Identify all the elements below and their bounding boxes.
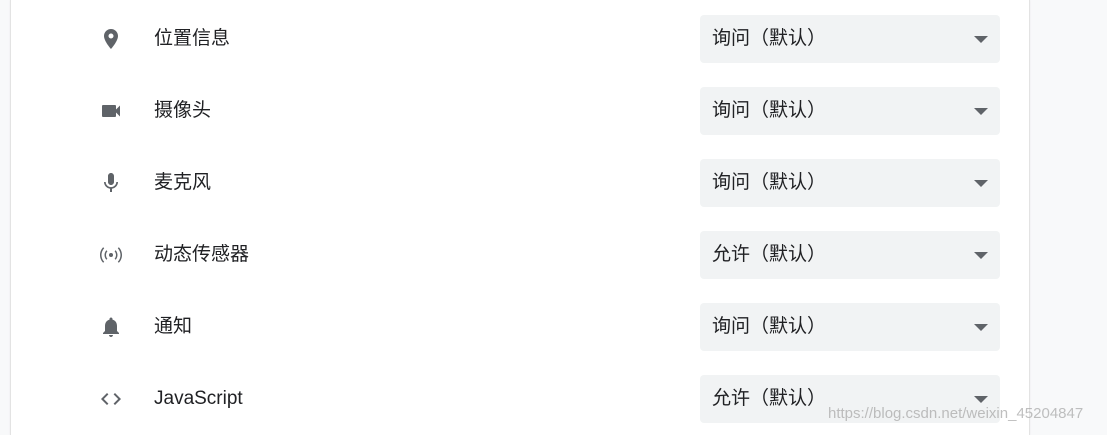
permission-label: 动态传感器	[154, 244, 250, 265]
permission-label: 位置信息	[154, 28, 231, 49]
permission-row-motion-sensors: 动态传感器 允许（默认）	[11, 231, 1029, 279]
select-value: 询问（默认）	[712, 28, 827, 49]
dropdown-arrow-icon	[974, 324, 988, 331]
permission-row-microphone: 麦克风 询问（默认）	[11, 159, 1029, 207]
permission-label: 通知	[154, 316, 193, 337]
videocam-icon	[99, 99, 123, 123]
motion-sensors-permission-select[interactable]: 允许（默认）	[700, 231, 1000, 279]
notifications-permission-select[interactable]: 询问（默认）	[700, 303, 1000, 351]
location-pin-icon	[99, 27, 123, 51]
location-permission-select[interactable]: 询问（默认）	[700, 15, 1000, 63]
camera-permission-select[interactable]: 询问（默认）	[700, 87, 1000, 135]
dropdown-arrow-icon	[974, 108, 988, 115]
permission-label: 麦克风	[154, 172, 212, 193]
select-value: 允许（默认）	[712, 244, 827, 265]
microphone-permission-select[interactable]: 询问（默认）	[700, 159, 1000, 207]
dropdown-arrow-icon	[974, 396, 988, 403]
select-value: 询问（默认）	[712, 100, 827, 121]
permission-label: 摄像头	[154, 100, 212, 121]
permission-row-location: 位置信息 询问（默认）	[11, 15, 1029, 63]
dropdown-arrow-icon	[974, 180, 988, 187]
site-settings-card: 位置信息 询问（默认） 摄像头 询问（默认） 麦克风 询问（默认） 动态传感器 …	[10, 0, 1030, 435]
select-value: 询问（默认）	[712, 172, 827, 193]
mic-icon	[99, 171, 123, 195]
select-value: 允许（默认）	[712, 388, 827, 409]
code-icon	[99, 387, 123, 411]
dropdown-arrow-icon	[974, 36, 988, 43]
sensors-icon	[99, 243, 123, 267]
permission-row-notifications: 通知 询问（默认）	[11, 303, 1029, 351]
bell-icon	[99, 315, 123, 339]
permission-row-camera: 摄像头 询问（默认）	[11, 87, 1029, 135]
dropdown-arrow-icon	[974, 252, 988, 259]
permission-label: JavaScript	[154, 388, 243, 409]
select-value: 询问（默认）	[712, 316, 827, 337]
watermark: https://blog.csdn.net/weixin_45204847	[828, 405, 1084, 422]
